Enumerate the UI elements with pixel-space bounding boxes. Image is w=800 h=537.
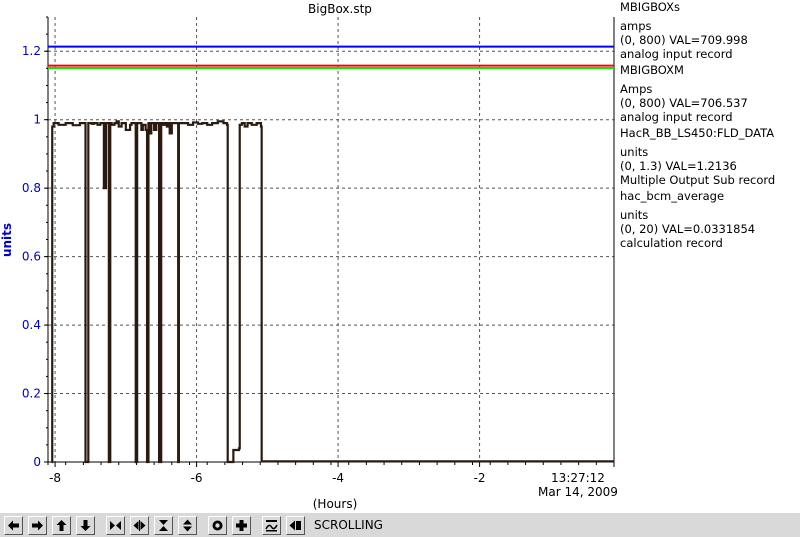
y-tick-label: 0.4 (22, 318, 41, 332)
arrow-right-icon (32, 520, 43, 531)
mode-label: SCROLLING (314, 518, 383, 532)
scroll-mode-icon (289, 520, 301, 531)
legend-entry-name[interactable]: MBIGBOXs (620, 0, 797, 14)
scroll-left-button[interactable] (4, 516, 23, 535)
crosshair-icon (236, 520, 247, 531)
zoom-in-vertical-button[interactable] (154, 516, 173, 535)
zoom-in-horizontal-icon (110, 521, 121, 530)
zoom-in-vertical-icon (159, 520, 168, 531)
y-tick-label: 1.2 (22, 44, 41, 58)
x-tick-label: -4 (332, 471, 344, 485)
y-tick-label: 0.8 (22, 181, 41, 195)
auto-scale-icon (212, 520, 223, 531)
legend-unit: units (620, 208, 649, 222)
legend-range-val: (0, 20) VAL=0.0331854 (620, 222, 756, 236)
scroll-down-button[interactable] (76, 516, 95, 535)
legend-unit: Amps (620, 82, 653, 96)
legend-unit: amps (620, 19, 652, 33)
reset-scale-icon (265, 520, 278, 532)
legend-entry-name[interactable]: MBIGBOXM (620, 63, 797, 77)
x-tick-label: -8 (49, 471, 61, 485)
legend-entry-name[interactable]: HacR_BB_LS450:FLD_DATA (620, 126, 797, 140)
y-axis-label: units (0, 223, 14, 257)
legend-record: Multiple Output Sub record (620, 173, 776, 187)
zoom-out-horizontal-button[interactable] (130, 516, 149, 535)
reset-scale-button[interactable] (262, 516, 281, 535)
scroll-right-button[interactable] (28, 516, 47, 535)
x-tick-label: -6 (191, 471, 203, 485)
legend-record: calculation record (620, 236, 723, 250)
legend-record: analog input record (620, 47, 733, 61)
series-line (51, 120, 614, 464)
zoom-out-vertical-icon (183, 519, 192, 532)
chart-title: BigBox.stp (308, 2, 372, 16)
zoom-in-horizontal-button[interactable] (106, 516, 125, 535)
auto-scale-button[interactable] (208, 516, 227, 535)
toolbar: SCROLLING (0, 512, 800, 537)
legend-record: analog input record (620, 110, 733, 124)
y-tick-label: 1 (33, 113, 41, 127)
y-tick-label: 0.2 (22, 387, 41, 401)
legend-unit: units (620, 145, 649, 159)
arrow-up-icon (56, 520, 67, 531)
scroll-up-button[interactable] (52, 516, 71, 535)
y-tick-label: 0 (33, 455, 41, 469)
date-label: Mar 14, 2009 (538, 485, 618, 499)
zoom-out-vertical-button[interactable] (178, 516, 197, 535)
x-tick-label: -2 (474, 471, 486, 485)
legend-range-val: (0, 800) VAL=709.998 (620, 33, 748, 47)
arrow-left-icon (8, 520, 19, 531)
arrow-down-icon (80, 520, 91, 531)
legend-range-val: (0, 800) VAL=706.537 (620, 96, 748, 110)
x-axis-label: (Hours) (313, 497, 358, 511)
time-label: 13:27:12 (551, 471, 605, 485)
zoom-out-horizontal-icon (133, 520, 146, 531)
legend-entry-name[interactable]: hac_bcm_average (620, 189, 797, 203)
legend-range-val: (0, 1.3) VAL=1.2136 (620, 159, 737, 173)
scroll-mode-button[interactable] (286, 516, 305, 535)
crosshair-button[interactable] (232, 516, 251, 535)
y-tick-label: 0.6 (22, 250, 41, 264)
